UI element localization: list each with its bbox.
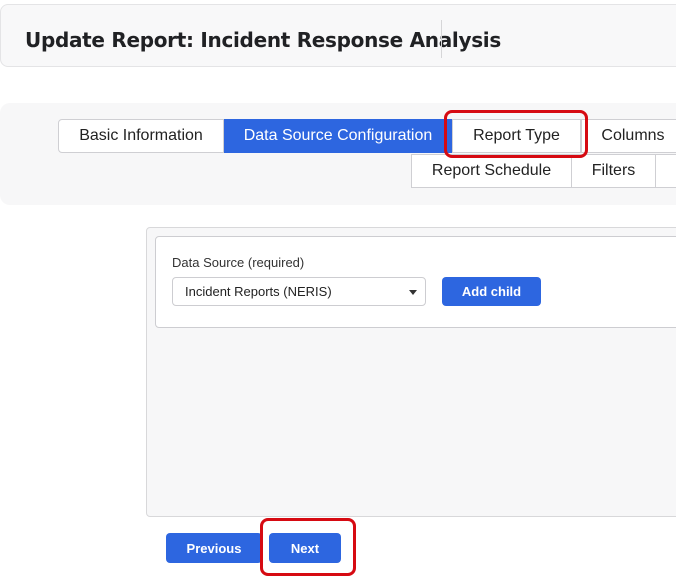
- chevron-down-icon: [409, 290, 417, 295]
- page-header: Update Report: Incident Response Analysi…: [0, 4, 676, 67]
- previous-button[interactable]: Previous: [166, 533, 262, 563]
- tab-report-type[interactable]: Report Type: [452, 119, 581, 153]
- page-title: Update Report: Incident Response Analysi…: [25, 28, 501, 52]
- tab-report-schedule[interactable]: Report Schedule: [411, 154, 572, 188]
- header-divider: [441, 20, 442, 58]
- tab-columns[interactable]: Columns: [581, 119, 676, 153]
- data-source-label: Data Source (required): [172, 255, 305, 270]
- data-source-select[interactable]: Incident Reports (NERIS): [172, 277, 426, 306]
- tab-more[interactable]: [655, 154, 676, 188]
- tab-filters[interactable]: Filters: [571, 154, 656, 188]
- next-button[interactable]: Next: [269, 533, 341, 563]
- add-child-button[interactable]: Add child: [442, 277, 541, 306]
- tab-data-source-configuration[interactable]: Data Source Configuration: [224, 119, 452, 153]
- tab-basic-information[interactable]: Basic Information: [58, 119, 224, 153]
- data-source-value: Incident Reports (NERIS): [185, 284, 332, 299]
